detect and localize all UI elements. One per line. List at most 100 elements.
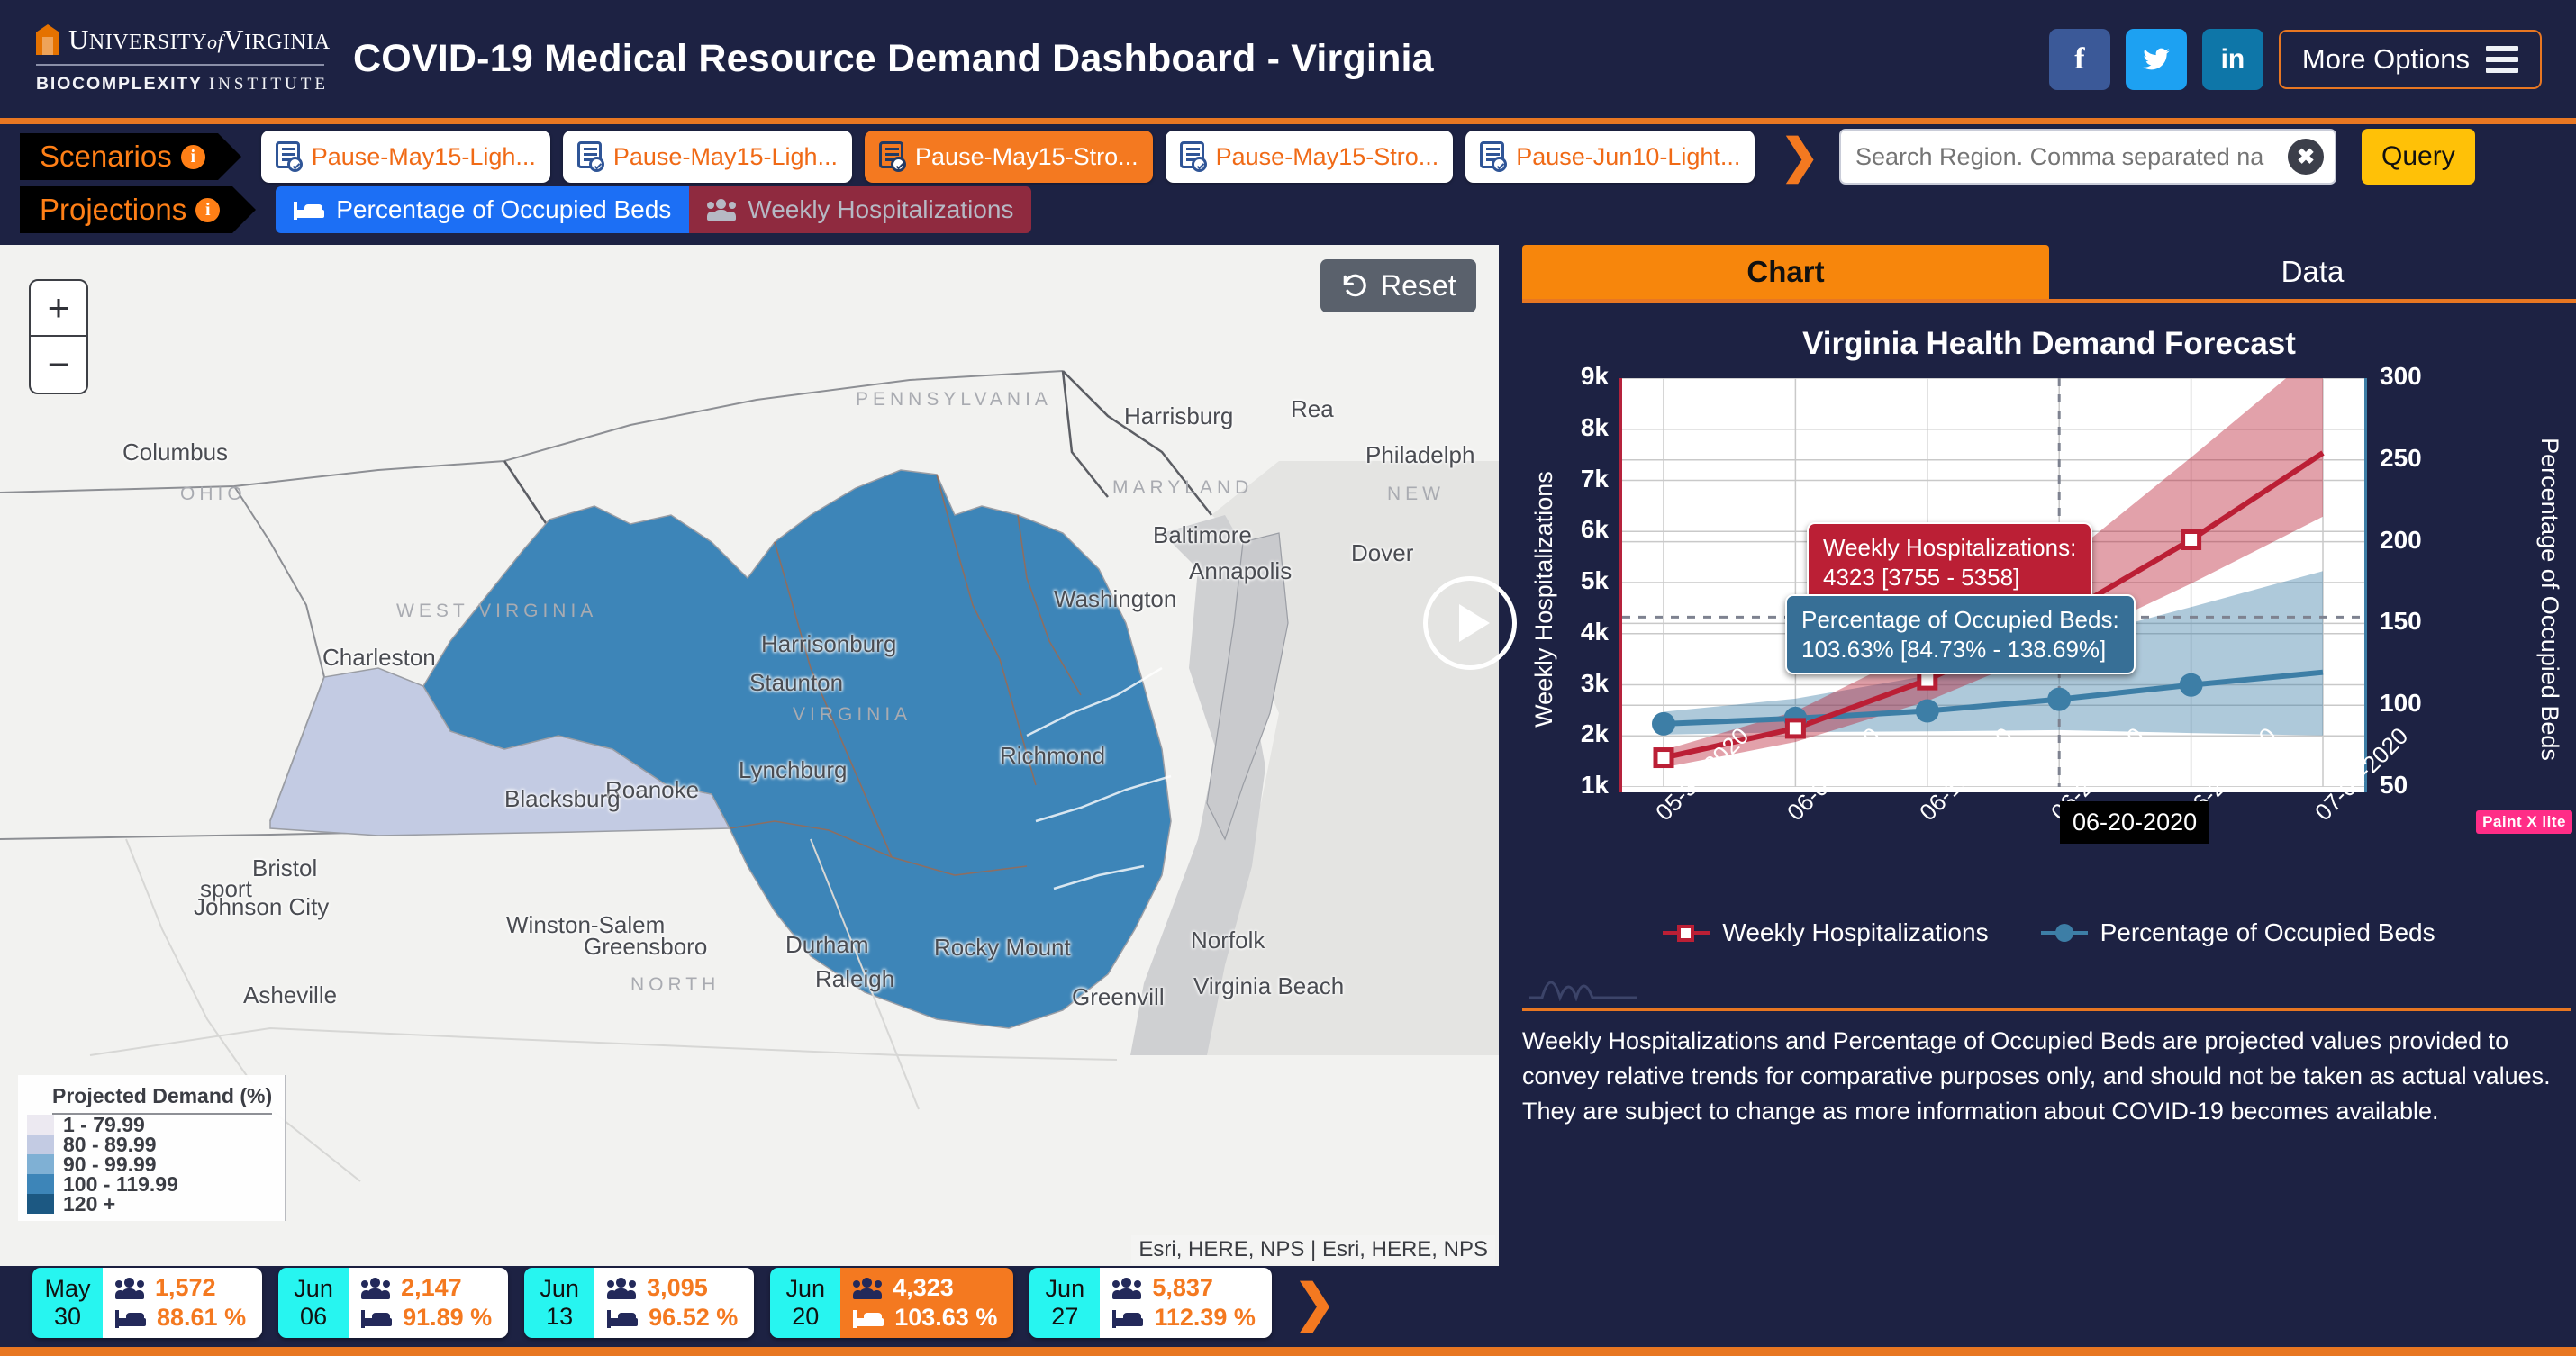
more-options-label: More Options [2301,42,2470,75]
tab-chart[interactable]: Chart [1522,245,2049,299]
projections-row: Projections i Percentage of Occupied Bed… [20,186,1032,233]
search-input[interactable] [1841,142,2288,171]
timeline-next-button[interactable]: ❯ [1293,1278,1336,1328]
bottom-accent-strip [0,1347,2576,1356]
timeline-beds-value: 112.39 % [1154,1304,1256,1331]
timeline-card-4[interactable]: Jun 27 5,837 112.39 % [1029,1268,1272,1338]
timeline-day: 20 [792,1303,820,1330]
legend-label: Percentage of Occupied Beds [2100,918,2435,946]
map-city-label: Greensboro [584,933,708,960]
chart-y2-tick: 150 [2380,607,2422,636]
facebook-icon[interactable]: f [2048,28,2110,90]
reset-icon [1343,274,1366,296]
bed-icon [853,1308,884,1328]
bed-icon [361,1308,393,1328]
scenarios-next-arrow-icon[interactable]: ❯ [1780,133,1819,180]
scenario-tab-4[interactable]: Pause-Jun10-Light... [1465,131,1755,183]
map-state-label: MARYLAND [1112,477,1254,498]
query-button[interactable]: Query [2362,129,2475,185]
bed-icon [1112,1308,1144,1328]
zoom-in-button[interactable]: + [31,281,86,337]
legend-swatch [27,1135,54,1154]
timeline-beds-row: 96.52 % [607,1304,738,1332]
map-city-label: Dover [1351,539,1414,566]
map-legend-title: Projected Demand (%) [52,1084,273,1115]
chart-y2-axis-label: Percentage of Occupied Beds [2536,438,2564,761]
tooltip-value: 103.63% [84.73% - 138.69%] [1801,635,2107,663]
twitter-icon[interactable] [2125,28,2187,90]
header-actions: f in More Options [2048,28,2576,90]
bed-icon [294,200,325,220]
reset-label: Reset [1381,269,1456,302]
projection-beds-button[interactable]: Percentage of Occupied Beds [276,186,690,233]
chart-legend: Weekly Hospitalizations Percentage of Oc… [1522,918,2576,947]
scenarios-row: Scenarios i Pause-May15-Ligh... Pause-Ma… [20,129,2475,185]
map-city-label: Bristol [252,854,318,881]
zoom-out-button[interactable]: − [31,337,86,393]
map-state-label: PENNSYLVANIA [856,389,1052,410]
timeline-card-3[interactable]: Jun 20 4,323 103.63 % [770,1268,1014,1338]
linkedin-icon[interactable]: in [2201,28,2263,90]
timeline-card-0[interactable]: May 30 1,572 88.61 % [32,1268,263,1338]
map-attribution: Esri, HERE, NPS | Esri, HERE, NPS [1131,1235,1495,1264]
chart-cursor-date-label: 06-20-2020 [2060,801,2210,844]
projections-info-icon[interactable]: i [195,197,221,222]
timeline-date: Jun 27 [1029,1268,1101,1338]
timeline-card-1[interactable]: Jun 06 2,147 91.89 % [278,1268,509,1338]
projection-hospitalizations-button[interactable]: Weekly Hospitalizations [689,186,1032,233]
tooltip-percentage-occupied-beds: Percentage of Occupied Beds: 103.63% [84… [1785,594,2136,674]
scenario-tab-2[interactable]: Pause-May15-Stro... [865,131,1153,183]
map-city-label: Raleigh [815,965,895,992]
more-options-button[interactable]: More Options [2278,29,2542,89]
map-city-label: Durham [785,931,869,958]
scenario-tab-1[interactable]: Pause-May15-Ligh... [562,131,853,183]
timeline-people-value: 2,147 [401,1274,462,1301]
dashboard-root: UNIVERSITYofVIRGINIA BIOCOMPLEXITY INSTI… [0,0,2576,1356]
map-city-label: Harrisonburg [761,630,897,657]
document-check-icon [879,141,907,172]
legend-label: Weekly Hospitalizations [1722,918,1989,946]
legend-entry-hospitalizations[interactable]: Weekly Hospitalizations [1663,918,1989,947]
tooltip-weekly-hospitalizations: Weekly Hospitalizations: 4323 [3755 - 53… [1807,522,2093,602]
chart-y-tick: 8k [1580,412,1609,441]
clear-search-icon[interactable]: ✖ [2288,139,2324,175]
scenarios-label: Scenarios i [20,133,241,180]
institute-bold: BIOCOMPLEXITY [36,74,203,94]
timeline-card-2[interactable]: Jun 13 3,095 96.52 % [524,1268,755,1338]
tab-data[interactable]: Data [2049,245,2576,299]
people-group-icon [853,1277,883,1299]
map-reset-button[interactable]: Reset [1320,259,1476,312]
scenario-tabs: Pause-May15-Ligh... Pause-May15-Ligh... … [260,129,2475,185]
chart-y-axis-label: Weekly Hospitalizations [1529,471,1557,728]
watermark: Paint X lite [2476,810,2572,834]
uva-rotunda-icon [36,24,59,55]
timeline-day: 27 [1051,1303,1079,1330]
timeline-people-row: 4,323 [853,1274,997,1302]
people-group-icon [115,1277,144,1299]
tooltip-value: 4323 [3755 - 5358] [1823,563,2020,591]
scenario-tab-0[interactable]: Pause-May15-Ligh... [260,131,550,183]
timeline-date: Jun 20 [770,1268,841,1338]
institute-rest: INSTITUTE [208,75,329,94]
map-city-label: Harrisburg [1124,402,1234,429]
timeline-month: Jun [1045,1274,1085,1302]
timeline-bar: May 30 1,572 88.61 % Jun 06 2,147 91.89 % … [0,1264,1499,1342]
legend-swatch [27,1174,54,1194]
waveform-icon [1529,981,1637,1001]
chart-plot-area[interactable]: Weekly Hospitalizations Percentage of Oc… [1522,347,2576,1125]
scenario-tab-3[interactable]: Pause-May15-Stro... [1165,131,1454,183]
chart-y-tick: 6k [1580,515,1609,544]
projection-hosp-label: Weekly Hospitalizations [748,195,1014,223]
chart-title: Virginia Health Demand Forecast [1802,326,2296,361]
people-group-icon [1112,1277,1142,1299]
play-animation-button[interactable] [1423,576,1517,670]
app-header: UNIVERSITYofVIRGINIA BIOCOMPLEXITY INSTI… [0,0,2576,124]
document-check-icon [275,141,303,172]
timeline-values: 5,837 112.39 % [1100,1268,1272,1338]
map-panel[interactable]: + − Projected Demand (%) 1 - 79.99 80 - … [0,245,1499,1266]
chart-y-tick: 4k [1580,617,1609,646]
bed-icon [115,1308,146,1328]
timeline-people-value: 3,095 [647,1274,708,1301]
scenarios-info-icon[interactable]: i [180,144,205,169]
legend-entry-beds[interactable]: Percentage of Occupied Beds [2040,918,2435,947]
